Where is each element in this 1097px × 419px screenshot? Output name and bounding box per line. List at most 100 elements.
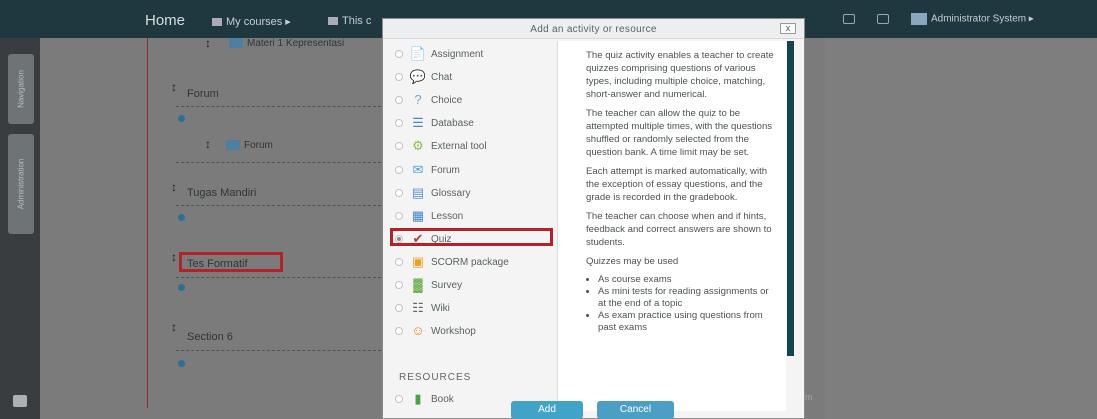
radio-button[interactable] [395, 327, 403, 336]
administration-block-tab[interactable]: Administration [8, 134, 34, 234]
activity-option-external-tool[interactable]: ⚙ External tool [391, 135, 551, 157]
book-icon: ▮ [414, 391, 422, 406]
option-label: Database [431, 118, 474, 130]
description-paragraph: The teacher can choose when and if hints… [586, 211, 772, 248]
move-icon[interactable]: ↕ [205, 36, 211, 50]
activity-forum[interactable]: Forum [226, 140, 273, 151]
dialog-title: Add an activity or resource [530, 24, 657, 35]
move-icon[interactable]: ↕ [171, 250, 177, 264]
add-button[interactable]: Add [511, 401, 583, 419]
description-bullet: As mini tests for reading assignments or… [598, 286, 778, 310]
activity-options-list[interactable]: 📄 Assignment 💬 Chat? Choice ☰ Database ⚙ Externa… [391, 41, 557, 411]
description-scrollbar[interactable] [787, 41, 794, 356]
scorm-icon: ▣ [411, 253, 425, 269]
move-icon[interactable]: ↕ [171, 80, 177, 94]
option-label: Forum [431, 164, 460, 176]
courses-icon [212, 18, 222, 27]
resources-heading: RESOURCES [399, 372, 472, 383]
radio-button[interactable] [395, 73, 403, 82]
survey-icon: ▓ [413, 277, 423, 292]
file-icon [229, 38, 243, 49]
block-dock: Navigation Administration [0, 38, 40, 419]
description-paragraph: The quiz activity enables a teacher to c… [586, 50, 774, 100]
activity-option-database[interactable]: ☰ Database [391, 112, 551, 134]
activity-option-choice[interactable]: ? Choice [391, 89, 551, 111]
radio-button[interactable] [395, 119, 403, 128]
option-label: Glossary [431, 187, 471, 199]
choice-icon: ? [414, 92, 422, 108]
activity-chooser-dialog: Add an activity or resource x 📄 Assignmen… [382, 18, 805, 419]
navigation-block-tab[interactable]: Navigation [8, 54, 34, 124]
this-course-label: This c [342, 15, 372, 27]
move-icon[interactable]: ↕ [171, 180, 177, 194]
move-icon[interactable]: ↕ [205, 137, 211, 151]
radio-button[interactable] [395, 395, 403, 403]
this-course-menu[interactable]: This c [328, 15, 371, 27]
user-menu[interactable]: Administrator System ▸ [911, 13, 1034, 25]
option-label: Choice [431, 95, 463, 107]
activity-option-lesson[interactable]: ▦ Lesson [391, 205, 551, 227]
avatar [911, 13, 927, 25]
my-courses-menu[interactable]: My courses ▸ [212, 15, 291, 28]
activity-option-chat[interactable]: 💬 Chat [391, 66, 551, 88]
radio-button[interactable] [395, 96, 403, 105]
activity-option-wiki[interactable]: ☷ Wiki [391, 297, 551, 319]
radio-button[interactable] [395, 50, 403, 58]
radio-button[interactable] [395, 281, 403, 289]
option-label: Wiki [431, 303, 450, 315]
radio-button[interactable] [395, 188, 403, 197]
radio-button[interactable] [395, 165, 403, 174]
activity-label: Materi 1 Kepresentasi [247, 38, 345, 49]
section-title[interactable]: Tugas Mandiri [187, 187, 256, 199]
move-icon[interactable]: ↕ [171, 320, 177, 334]
activity-option-survey[interactable]: ▓ Survey [391, 274, 551, 296]
cancel-button[interactable]: Cancel [597, 401, 674, 419]
section-title[interactable]: Section 6 [187, 331, 233, 343]
activity-option-forum[interactable]: ✉ Forum [391, 159, 551, 181]
home-link[interactable]: Home [145, 12, 185, 29]
database-icon: ☰ [412, 115, 424, 131]
workshop-icon: ☺ [411, 323, 425, 339]
radio-button[interactable] [395, 142, 403, 151]
dock-toggle-icon[interactable] [13, 395, 27, 407]
highlight-box [179, 252, 283, 272]
forum-icon [226, 140, 240, 151]
section-divider [176, 350, 381, 351]
edit-icon[interactable] [178, 115, 185, 122]
user-name: Administrator System ▸ [931, 13, 1034, 25]
option-label: Workshop [431, 326, 476, 338]
description-bullet: As course exams [598, 274, 778, 286]
lesson-icon: ▦ [411, 207, 425, 223]
editing-rule [147, 38, 148, 408]
activity-option-scorm-package[interactable]: ▣ SCORM package [391, 251, 551, 273]
my-courses-label: My courses ▸ [226, 16, 291, 28]
description-paragraph: Each attempt is marked automatically, wi… [586, 166, 768, 203]
activity-option-assignment[interactable]: 📄 Assignment [391, 43, 551, 65]
option-label: SCORM package [431, 256, 509, 268]
activity-option-glossary[interactable]: ▤ Glossary [391, 182, 551, 204]
edit-icon[interactable] [178, 214, 185, 221]
notifications-icon[interactable] [877, 14, 889, 24]
description-paragraph: The teacher can allow the quiz to be att… [586, 108, 773, 158]
external-tool-icon: ⚙ [412, 138, 424, 154]
quiz-highlight-box [390, 228, 553, 246]
messages-icon[interactable] [843, 14, 855, 24]
wiki-icon: ☷ [412, 300, 424, 316]
edit-icon[interactable] [178, 360, 185, 367]
activity-option-workshop[interactable]: ☺ Workshop [391, 320, 551, 342]
section-title[interactable]: Forum [187, 88, 219, 100]
edit-icon[interactable] [178, 284, 185, 291]
option-label: Book [431, 394, 454, 405]
radio-button[interactable] [395, 257, 403, 266]
section-divider [176, 162, 381, 163]
radio-button[interactable] [395, 304, 403, 313]
right-region [825, 38, 1097, 419]
chat-icon: 💬 [409, 69, 427, 85]
course-icon [328, 17, 338, 26]
assignment-icon: 📄 [409, 46, 427, 61]
radio-button[interactable] [395, 211, 403, 220]
activity-materi-1[interactable]: Materi 1 Kepresentasi [229, 38, 344, 49]
section-divider [176, 106, 381, 107]
close-button[interactable]: x [780, 23, 796, 34]
section-divider [176, 205, 381, 206]
